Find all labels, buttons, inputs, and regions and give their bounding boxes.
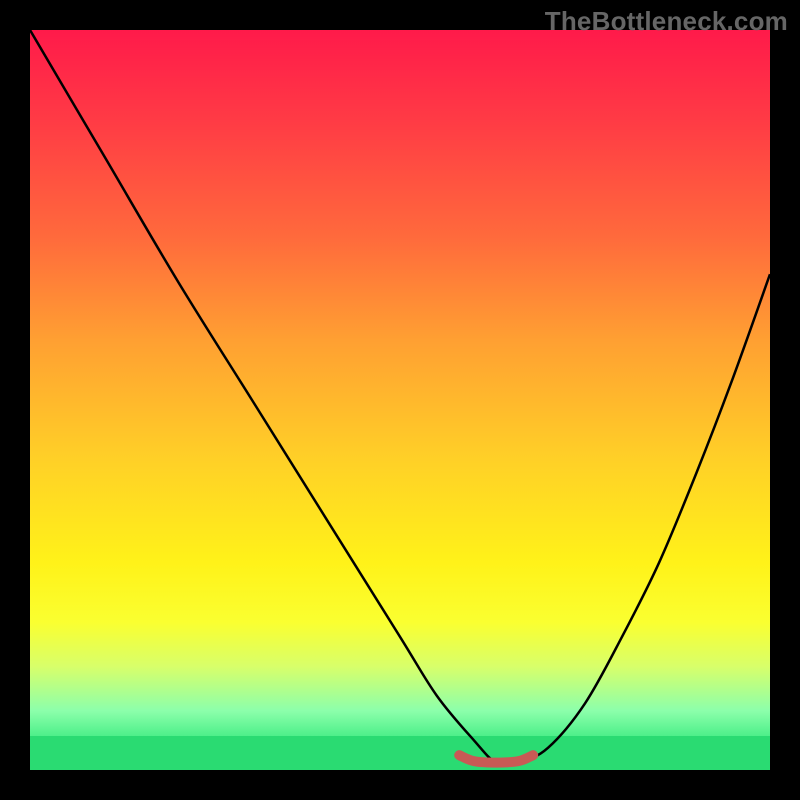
chart-frame: TheBottleneck.com bbox=[0, 0, 800, 800]
watermark-text: TheBottleneck.com bbox=[545, 6, 788, 37]
bottleneck-curve-path bbox=[30, 30, 770, 765]
plot-area bbox=[30, 30, 770, 770]
optimal-segment-path bbox=[459, 755, 533, 762]
curve-layer bbox=[30, 30, 770, 770]
